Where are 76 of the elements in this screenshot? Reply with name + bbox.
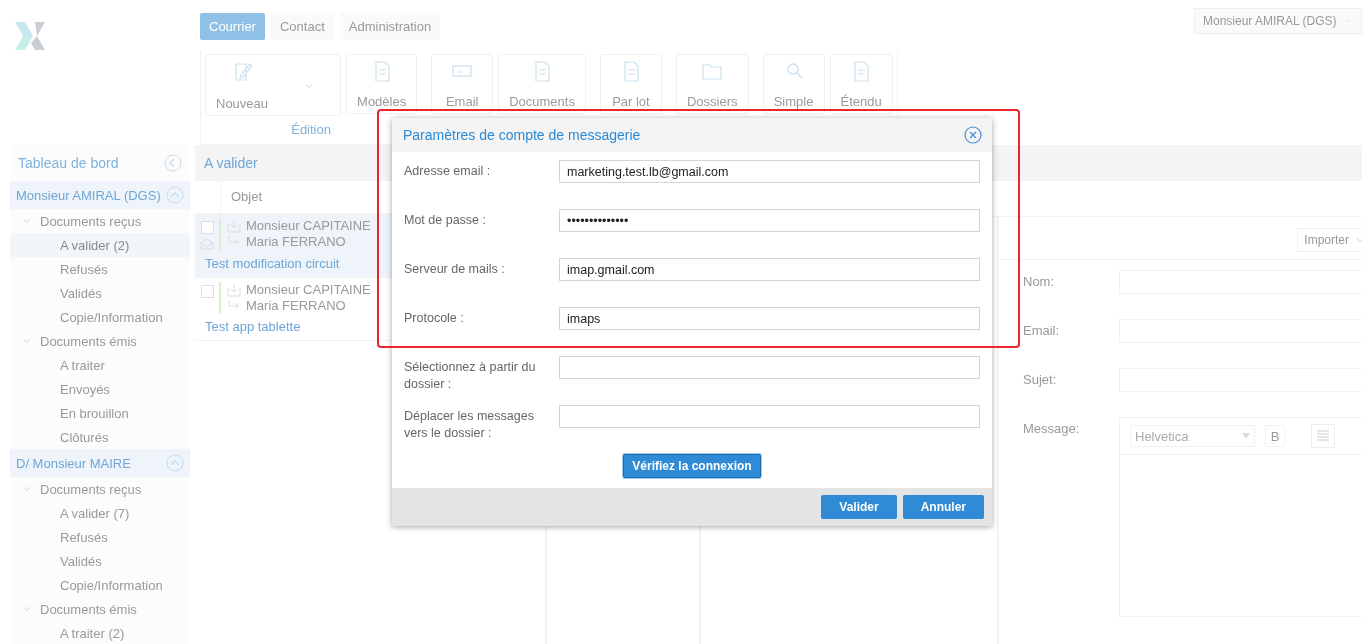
input-field[interactable] [559, 405, 980, 428]
list-title: A valider [204, 155, 258, 171]
nav-tab[interactable]: Administration [339, 13, 441, 40]
recipient-name: Maria FERRANO [246, 234, 346, 249]
field-label: Serveur de mails : [404, 261, 506, 278]
folder-item[interactable]: Documents émis [10, 597, 190, 621]
recipient-name: Maria FERRANO [246, 298, 346, 313]
checkbox[interactable] [200, 221, 214, 234]
sidebar-item[interactable]: Validés [10, 549, 190, 573]
ribbon-button[interactable]: Simple [762, 54, 825, 114]
triangle-down-icon [1242, 433, 1250, 439]
field-label: Déplacer les messages vers le dossier : [404, 408, 535, 442]
sender-name: Monsieur CAPITAINE [246, 282, 371, 297]
ribbon-button[interactable]: Documents [498, 54, 586, 114]
ribbon-button[interactable]: Modèles [346, 54, 418, 114]
account-section[interactable]: Monsieur AMIRAL (DGS) [10, 181, 190, 209]
input-field[interactable]: imaps [559, 307, 980, 330]
sidebar-title: Tableau de bord [18, 155, 119, 171]
close-icon[interactable] [964, 126, 982, 144]
sidebar-item[interactable]: Validés [10, 281, 190, 305]
ribbon-button[interactable]: Étendu [829, 54, 893, 114]
input-field[interactable] [559, 356, 980, 379]
input-field[interactable]: marketing.test.lb@gmail.com [559, 160, 980, 183]
message-editor[interactable]: Helvetica B [1119, 417, 1362, 617]
logo-icon [15, 22, 45, 50]
dialog-title: Paramètres de compte de messagerie [403, 127, 641, 143]
field-label: Adresse email : [404, 163, 492, 180]
field-label: Mot de passe : [404, 212, 487, 229]
bold-button[interactable]: B [1265, 425, 1285, 447]
nav-tab[interactable]: Courrier [200, 13, 265, 40]
field-label: Protocole : [404, 310, 465, 327]
dialog-button[interactable]: Annuler [902, 495, 984, 519]
group-label: Édition [291, 122, 331, 137]
font-select[interactable]: Helvetica [1130, 425, 1255, 447]
align-icon[interactable] [1311, 424, 1335, 448]
dialog-button[interactable]: Valider [821, 495, 897, 519]
input-field[interactable]: •••••••••••••• [559, 209, 980, 232]
sidebar-item[interactable]: Envoyés [10, 377, 190, 401]
user-select[interactable]: Monsieur AMIRAL (DGS) [1194, 8, 1362, 34]
sidebar-item[interactable]: En brouillon [10, 401, 190, 425]
message-subject: Test app tablette [205, 319, 301, 334]
sender-name: Monsieur CAPITAINE [246, 218, 371, 233]
field-label: Email: [1023, 322, 1061, 338]
checkbox[interactable] [200, 285, 214, 298]
sidebar-item[interactable]: A traiter (2) [10, 621, 190, 644]
message-subject: Test modification circuit [205, 256, 340, 271]
folder-item[interactable]: Documents émis [10, 329, 190, 353]
document-search-icon [851, 60, 872, 82]
collapse-left-icon[interactable] [164, 154, 182, 172]
sidebar-item[interactable]: Copie/Information [10, 305, 190, 329]
inbox-icon [227, 218, 241, 233]
sidebar-item[interactable]: A traiter [10, 353, 190, 377]
ribbon-button[interactable]: Dossiers [675, 54, 749, 114]
field-label: Message: [1023, 420, 1081, 436]
field-label: Sélectionnez à partir du dossier : [404, 359, 537, 393]
inbox-icon [227, 282, 241, 297]
sidebar-item[interactable]: A valider (2) [10, 233, 190, 257]
edit-icon [232, 60, 252, 82]
sidebar-item[interactable]: A valider (7) [10, 501, 190, 525]
sidebar-item[interactable]: Refusés [10, 525, 190, 549]
nav-tab[interactable]: Contact [270, 13, 334, 40]
field-label: Nom: [1023, 273, 1056, 289]
folder-item[interactable]: Documents reçus [10, 209, 190, 233]
ribbon-button[interactable]: Email [431, 54, 494, 114]
import-button[interactable]: Importer [1297, 228, 1362, 252]
folder-item[interactable]: Documents reçus [10, 477, 190, 501]
document-icon [532, 60, 553, 82]
ribbon-button[interactable]: Par lot [599, 54, 662, 114]
check-connection-button[interactable]: Vérifiez la connexion [623, 454, 761, 478]
field-label: Sujet: [1023, 371, 1058, 387]
sidebar-item[interactable]: Clôturés [10, 425, 190, 449]
input-field[interactable]: imap.gmail.com [559, 258, 980, 281]
sidebar-item[interactable]: Refusés [10, 257, 190, 281]
column-header[interactable]: Objet [221, 181, 273, 213]
sidebar-item[interactable]: Copie/Information [10, 573, 190, 597]
account-section[interactable]: D/ Monsieur MAIRE [10, 449, 190, 477]
